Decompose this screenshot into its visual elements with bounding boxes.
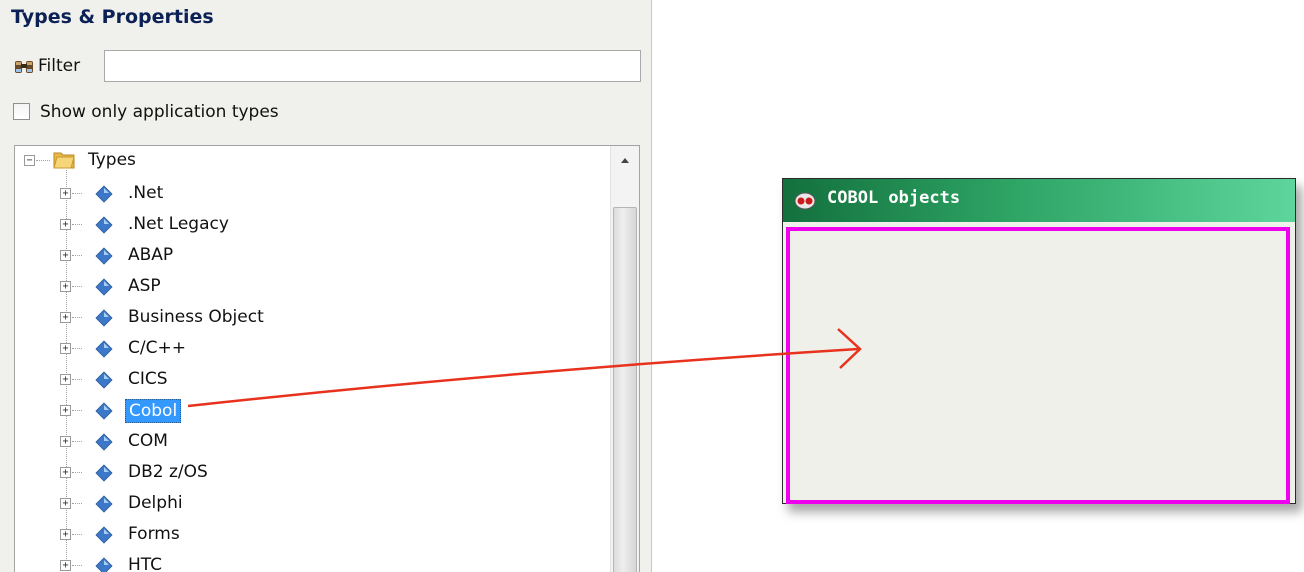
cobol-objects-header: COBOL objects (783, 179, 1295, 222)
type-diamond-icon (95, 557, 113, 572)
tree-item[interactable]: + DB2 z/OS (15, 457, 615, 488)
scroll-up-arrow-icon[interactable] (611, 146, 639, 176)
type-diamond-icon (95, 278, 113, 296)
tree-item-label[interactable]: HTC (125, 554, 165, 572)
tree-connector (72, 224, 82, 226)
tree-item-label[interactable]: CICS (125, 368, 171, 390)
types-tree[interactable]: − Types + .Net + .Net Legacy + ABAP + ASP + Busin… (14, 145, 640, 572)
expand-icon[interactable]: + (60, 374, 71, 385)
panel-title: Types & Properties (11, 6, 214, 28)
tree-connector (72, 441, 82, 443)
tree-item-label[interactable]: C/C++ (125, 337, 189, 359)
collapse-icon[interactable]: − (24, 155, 35, 166)
expand-icon[interactable]: + (60, 405, 71, 416)
filter-row: Filter (11, 50, 651, 84)
binoculars-icon (15, 61, 33, 73)
type-diamond-icon (95, 185, 113, 203)
expand-icon[interactable]: + (60, 281, 71, 292)
tree-item[interactable]: + ABAP (15, 240, 615, 271)
tree-item-label[interactable]: Forms (125, 523, 183, 545)
tree-root-types[interactable]: − Types (15, 146, 615, 176)
type-diamond-icon (95, 402, 113, 420)
tree-connector (72, 348, 82, 350)
tree-item[interactable]: + CICS (15, 364, 615, 395)
tree-item[interactable]: + COM (15, 426, 615, 457)
tree-item[interactable]: + Delphi (15, 488, 615, 519)
tree-connector (72, 565, 82, 567)
object-group-icon (794, 192, 816, 210)
tree-item-label[interactable]: COM (125, 430, 171, 452)
show-only-application-types-checkbox[interactable] (13, 103, 30, 120)
tree-item[interactable]: + Business Object (15, 302, 615, 333)
expand-icon[interactable]: + (60, 343, 71, 354)
tree-item[interactable]: + Forms (15, 519, 615, 550)
tree-connector (72, 534, 82, 536)
tree-item[interactable]: + HTC (15, 550, 615, 572)
expand-icon[interactable]: + (60, 188, 71, 199)
type-diamond-icon (95, 247, 113, 265)
filter-label: Filter (38, 56, 81, 76)
scroll-thumb[interactable] (613, 207, 637, 572)
expand-icon[interactable]: + (60, 312, 71, 323)
tree-connector (36, 160, 50, 162)
tree-item[interactable]: + .Net (15, 178, 615, 209)
expand-icon[interactable]: + (60, 529, 71, 540)
tree-item[interactable]: + .Net Legacy (15, 209, 615, 240)
tree-connector (72, 503, 82, 505)
type-diamond-icon (95, 495, 113, 513)
tree-item[interactable]: + Cobol (15, 395, 615, 426)
tree-item[interactable]: + C/C++ (15, 333, 615, 364)
tree-item-label[interactable]: ASP (125, 275, 164, 297)
tree-connector (72, 472, 82, 474)
type-diamond-icon (95, 340, 113, 358)
tree-connector (72, 379, 82, 381)
expand-icon[interactable]: + (60, 467, 71, 478)
expand-icon[interactable]: + (60, 219, 71, 230)
types-properties-panel: Types & Properties Filter Show only appl… (0, 0, 652, 572)
expand-icon[interactable]: + (60, 250, 71, 261)
tree-connector (72, 410, 82, 412)
type-diamond-icon (95, 371, 113, 389)
tree-item-label[interactable]: .Net (125, 182, 166, 204)
cobol-objects-drop-area[interactable] (786, 227, 1290, 504)
type-diamond-icon (95, 216, 113, 234)
tree-root-label[interactable]: Types (88, 150, 136, 170)
type-diamond-icon (95, 464, 113, 482)
tree-item-label[interactable]: Cobol (125, 399, 182, 423)
type-diamond-icon (95, 526, 113, 544)
cobol-objects-title: COBOL objects (827, 188, 961, 208)
tree-connector (72, 286, 82, 288)
type-diamond-icon (95, 433, 113, 451)
tree-item-label[interactable]: .Net Legacy (125, 213, 232, 235)
tree-item-label[interactable]: Business Object (125, 306, 267, 328)
expand-icon[interactable]: + (60, 498, 71, 509)
type-diamond-icon (95, 309, 113, 327)
tree-item-label[interactable]: Delphi (125, 492, 186, 514)
filter-input[interactable] (104, 50, 641, 82)
show-only-application-types-label[interactable]: Show only application types (40, 102, 279, 122)
tree-item-label[interactable]: ABAP (125, 244, 176, 266)
folder-icon (53, 152, 75, 169)
tree-item-label[interactable]: DB2 z/OS (125, 461, 211, 483)
tree-connector (72, 255, 82, 257)
expand-icon[interactable]: + (60, 436, 71, 447)
expand-icon[interactable]: + (60, 560, 71, 571)
show-only-application-types-row[interactable]: Show only application types (13, 100, 413, 130)
tree-scrollbar[interactable] (610, 146, 639, 572)
tree-connector (72, 193, 82, 195)
tree-connector (72, 317, 82, 319)
cobol-objects-box[interactable]: COBOL objects (782, 178, 1296, 504)
tree-item[interactable]: + ASP (15, 271, 615, 302)
